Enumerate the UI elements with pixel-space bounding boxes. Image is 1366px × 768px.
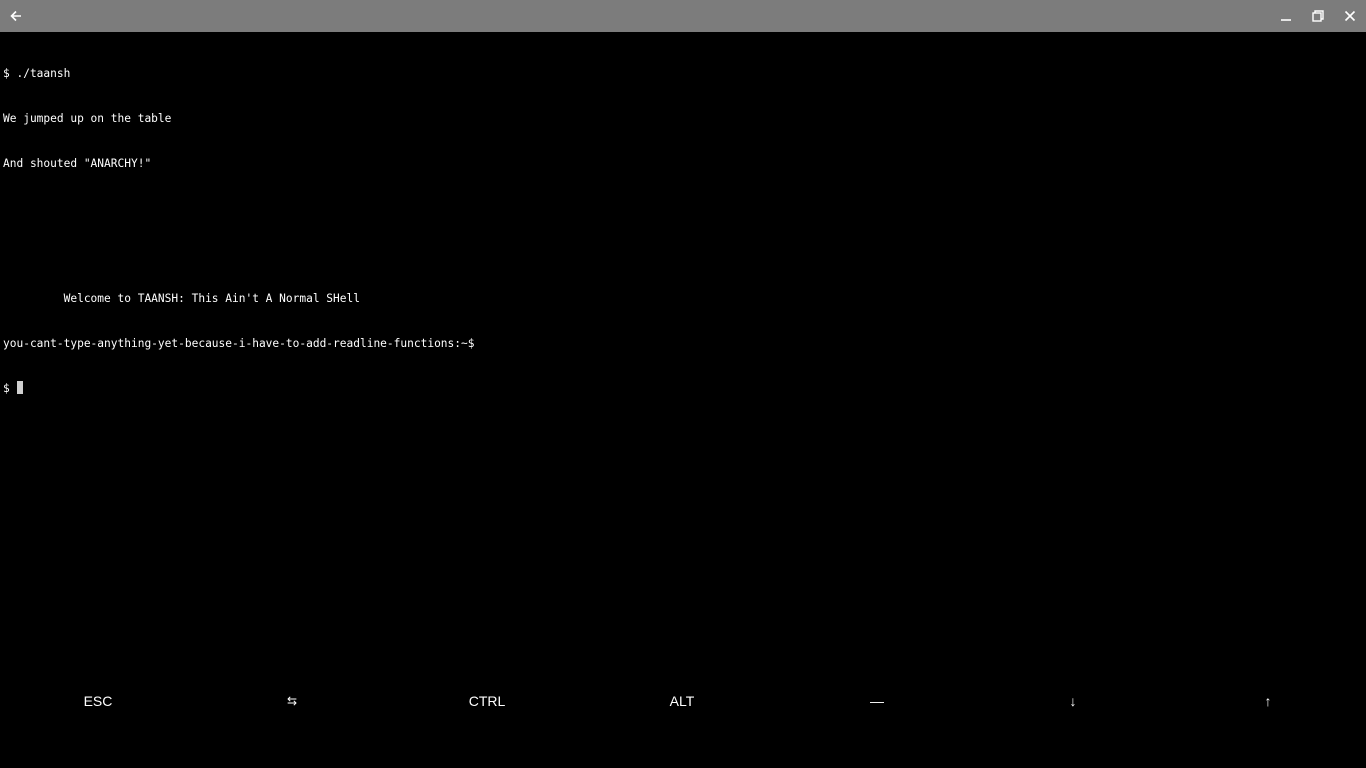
minimize-icon xyxy=(1281,19,1291,21)
close-icon xyxy=(1344,10,1356,22)
input-prompt: $ xyxy=(3,382,17,395)
back-button[interactable] xyxy=(0,0,32,32)
terminal-line: And shouted "ANARCHY!" xyxy=(3,157,152,170)
terminal-line: We jumped up on the table xyxy=(3,112,172,125)
restore-icon xyxy=(1312,10,1324,22)
dash-key[interactable]: — xyxy=(817,686,937,716)
esc-key[interactable]: ESC xyxy=(38,686,158,716)
input-row[interactable]: $ xyxy=(3,381,1359,396)
terminal-output[interactable]: $ ./taansh We jumped up on the table And… xyxy=(3,36,1359,656)
alt-key[interactable]: ALT xyxy=(622,686,742,716)
shell-prompt-line: you-cant-type-anything-yet-because-i-hav… xyxy=(3,337,475,350)
title-bar xyxy=(0,0,1366,32)
terminal-line: $ ./taansh xyxy=(3,67,71,80)
text-cursor xyxy=(17,381,24,394)
restore-button[interactable] xyxy=(1302,0,1334,32)
close-button[interactable] xyxy=(1334,0,1366,32)
minimize-button[interactable] xyxy=(1270,0,1302,32)
tab-key[interactable]: ⇆ xyxy=(232,686,352,716)
ctrl-key[interactable]: CTRL xyxy=(427,686,547,716)
back-arrow-icon xyxy=(10,10,21,22)
extra-keys-bar: ESC ⇆ CTRL ALT — ↓ ↑ xyxy=(0,686,1366,716)
welcome-banner: Welcome to TAANSH: This Ain't A Normal S… xyxy=(3,292,360,305)
down-arrow-key[interactable]: ↓ xyxy=(1013,686,1133,716)
up-arrow-key[interactable]: ↑ xyxy=(1208,686,1328,716)
